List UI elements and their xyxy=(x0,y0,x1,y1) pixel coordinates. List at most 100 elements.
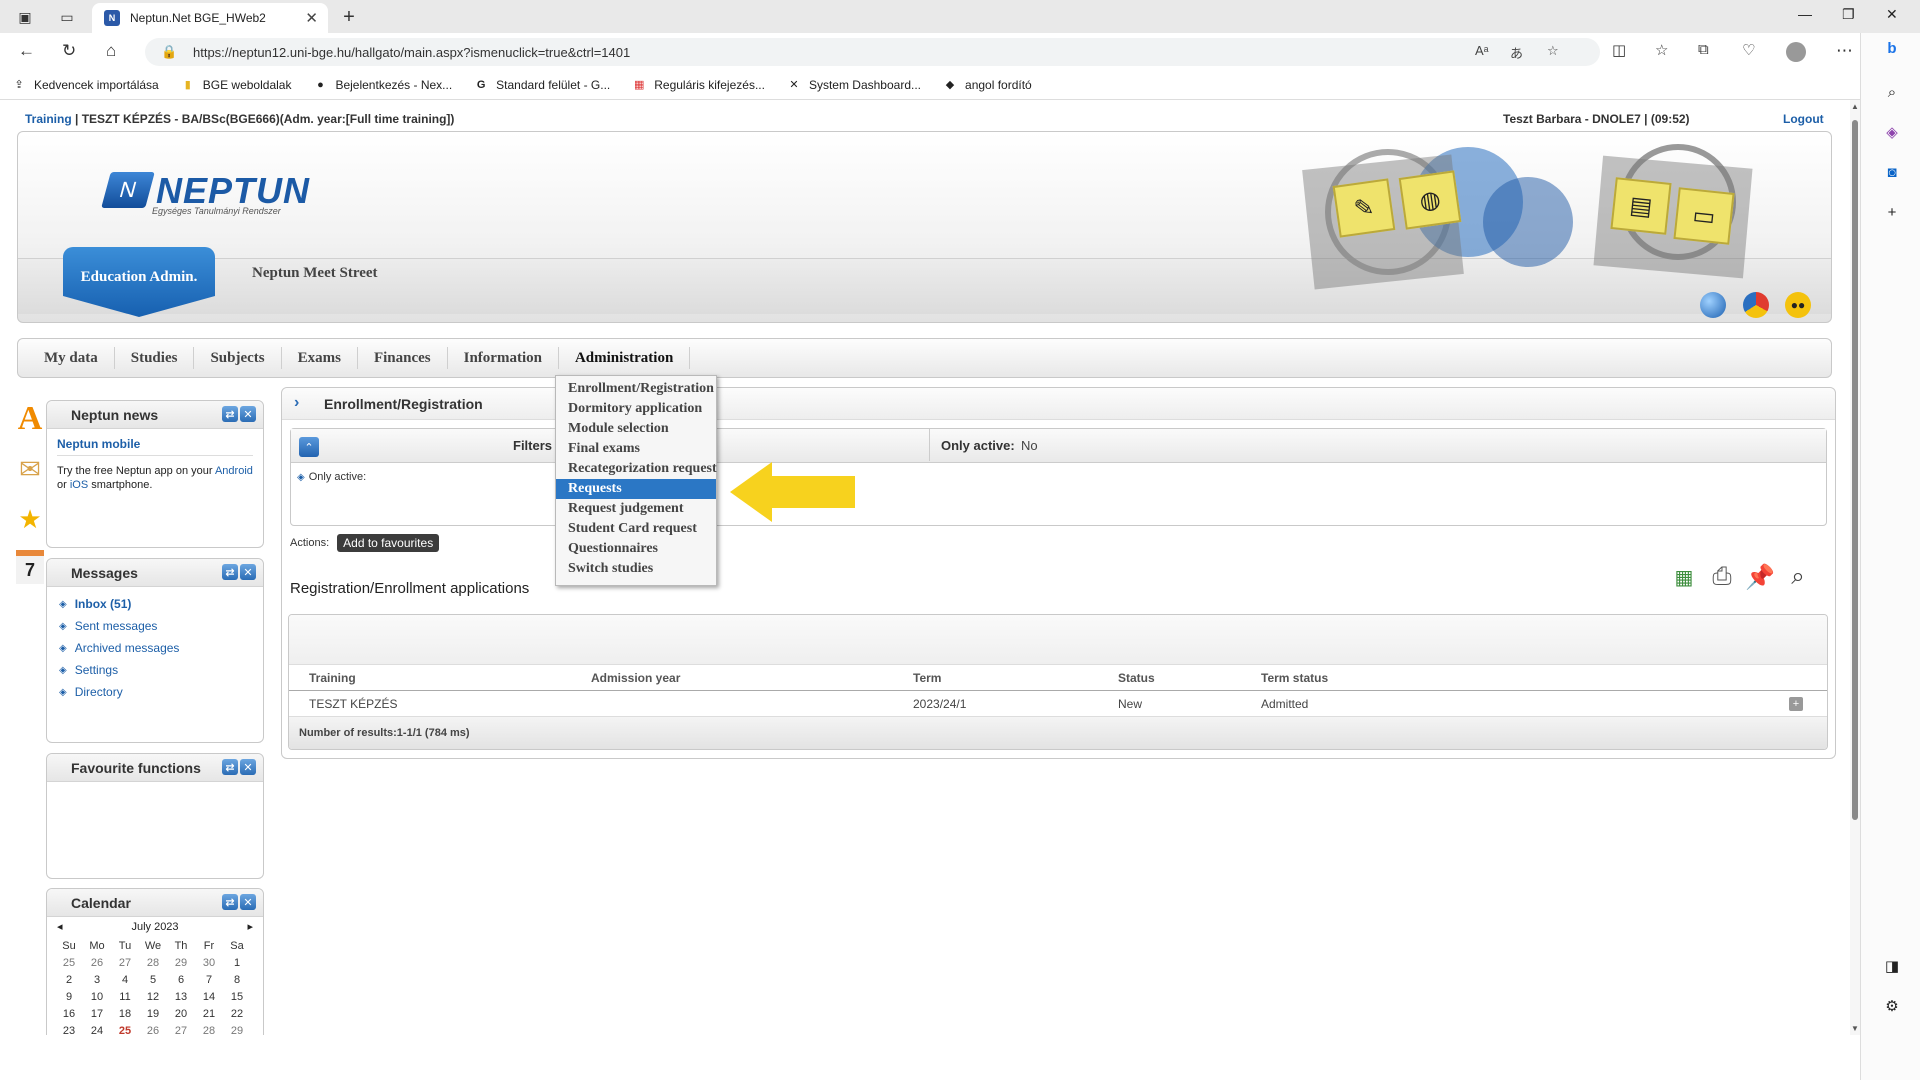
logout-link[interactable]: Logout xyxy=(1783,112,1824,126)
calendar-day[interactable]: 4 xyxy=(111,971,139,988)
calendar-day[interactable]: 13 xyxy=(167,988,195,1005)
bookmark-item[interactable]: ● Bejelentkezés - Nex... xyxy=(313,78,452,92)
close-window-icon[interactable]: ✕ xyxy=(1886,6,1898,23)
calendar-day[interactable]: 28 xyxy=(139,954,167,971)
star-icon[interactable]: ★ xyxy=(13,500,47,538)
sidebar-toggle-icon[interactable]: ◨ xyxy=(1881,955,1903,977)
nav-administration[interactable]: Administration xyxy=(559,347,691,369)
new-tab-icon[interactable]: + xyxy=(338,6,360,28)
menu-request-judgement[interactable]: Request judgement xyxy=(556,499,716,519)
bookmark-item[interactable]: ▮ BGE weboldalak xyxy=(181,78,292,92)
close-box-icon[interactable]: ✕ xyxy=(240,406,256,422)
calendar-day[interactable]: 25 xyxy=(111,1022,139,1036)
more-options-icon[interactable]: ⋯ xyxy=(1836,41,1853,61)
calendar-day[interactable]: 7 xyxy=(195,971,223,988)
read-aloud-icon[interactable]: Aᵃ xyxy=(1475,43,1489,58)
scroll-up-icon[interactable]: ▲ xyxy=(1851,102,1859,111)
calendar-day[interactable]: 1 xyxy=(223,954,251,971)
settings-icon[interactable]: ⚙ xyxy=(1881,995,1903,1017)
url-field[interactable]: 🔒 https://neptun12.uni-bge.hu/hallgato/m… xyxy=(145,38,1600,66)
directory-link[interactable]: ◈ Directory xyxy=(47,681,263,703)
col-admission-year[interactable]: Admission year xyxy=(591,671,680,685)
add-to-favourites-button[interactable]: Add to favourites xyxy=(337,534,440,552)
envelope-icon[interactable]: ✉ xyxy=(13,450,47,488)
calendar-day[interactable]: 12 xyxy=(139,988,167,1005)
next-month-icon[interactable]: ▸ xyxy=(247,920,253,933)
calendar-day[interactable]: 29 xyxy=(223,1022,251,1036)
only-active-field[interactable]: ◈ Only active: xyxy=(291,463,1826,491)
calendar-day[interactable]: 6 xyxy=(167,971,195,988)
calendar-day[interactable]: 24 xyxy=(83,1022,111,1036)
nav-exams[interactable]: Exams xyxy=(282,347,358,369)
ios-link[interactable]: iOS xyxy=(70,479,88,491)
menu-questionnaires[interactable]: Questionnaires xyxy=(556,539,716,559)
menu-module-selection[interactable]: Module selection xyxy=(556,419,716,439)
message-settings-link[interactable]: ◈ Settings xyxy=(47,659,263,681)
calendar-day[interactable]: 2 xyxy=(55,971,83,988)
calendar-day[interactable]: 23 xyxy=(55,1022,83,1036)
nav-finances[interactable]: Finances xyxy=(358,347,448,369)
calendar-day[interactable]: 17 xyxy=(83,1005,111,1022)
calendar-day[interactable]: 22 xyxy=(223,1005,251,1022)
split-screen-icon[interactable]: ◫ xyxy=(1612,41,1626,59)
collapse-filter-icon[interactable]: ⌃ xyxy=(299,437,319,457)
calendar-day[interactable]: 8 xyxy=(223,971,251,988)
scrollbar-thumb[interactable] xyxy=(1852,120,1858,820)
nav-studies[interactable]: Studies xyxy=(115,347,195,369)
calendar-day[interactable]: 15 xyxy=(223,988,251,1005)
close-box-icon[interactable]: ✕ xyxy=(240,894,256,910)
calendar-day[interactable]: 26 xyxy=(139,1022,167,1036)
refresh-box-icon[interactable]: ⇄ xyxy=(222,406,238,422)
row-expand-icon[interactable]: + xyxy=(1789,697,1803,711)
calendar-day[interactable]: 3 xyxy=(83,971,111,988)
training-link[interactable]: Training xyxy=(25,112,72,126)
col-term-status[interactable]: Term status xyxy=(1261,671,1328,685)
menu-student-card-request[interactable]: Student Card request xyxy=(556,519,716,539)
col-status[interactable]: Status xyxy=(1118,671,1155,685)
nav-information[interactable]: Information xyxy=(448,347,559,369)
menu-final-exams[interactable]: Final exams xyxy=(556,439,716,459)
pin-icon[interactable]: 📌 xyxy=(1744,560,1776,594)
tools-icon[interactable]: ◈ xyxy=(1881,121,1903,143)
refresh-box-icon[interactable]: ⇄ xyxy=(222,894,238,910)
close-tab-icon[interactable]: ✕ xyxy=(305,9,318,27)
minimize-icon[interactable]: — xyxy=(1798,6,1812,22)
calendar-day[interactable]: 25 xyxy=(55,954,83,971)
calendar-day[interactable]: 11 xyxy=(111,988,139,1005)
refresh-box-icon[interactable]: ⇄ xyxy=(222,759,238,775)
calendar-day[interactable]: 28 xyxy=(195,1022,223,1036)
menu-switch-studies[interactable]: Switch studies xyxy=(556,559,716,579)
copilot-icon[interactable]: b xyxy=(1881,37,1903,59)
language-globe-icon[interactable] xyxy=(1700,292,1726,318)
prev-month-icon[interactable]: ◂ xyxy=(57,920,63,933)
meet-street-link[interactable]: Neptun Meet Street xyxy=(252,265,378,282)
menu-enrollment-registration[interactable]: Enrollment/Registration xyxy=(556,379,716,399)
news-headline[interactable]: Neptun mobile xyxy=(57,437,253,456)
calendar-day[interactable]: 26 xyxy=(83,954,111,971)
col-training[interactable]: Training xyxy=(309,671,356,685)
translate-icon[interactable]: あ xyxy=(1510,43,1523,62)
print-icon[interactable]: ⎙ xyxy=(1706,560,1738,594)
calendar-day[interactable]: 21 xyxy=(195,1005,223,1022)
calendar-day[interactable]: 9 xyxy=(55,988,83,1005)
menu-dormitory-application[interactable]: Dormitory application xyxy=(556,399,716,419)
back-icon[interactable]: ← xyxy=(18,41,35,61)
collections-icon[interactable]: ⧉ xyxy=(1698,41,1709,58)
android-link[interactable]: Android xyxy=(215,465,253,477)
refresh-box-icon[interactable]: ⇄ xyxy=(222,564,238,580)
refresh-icon[interactable]: ↻ xyxy=(62,41,76,61)
calendar-day[interactable]: 30 xyxy=(195,954,223,971)
calendar-day[interactable]: 29 xyxy=(167,954,195,971)
scroll-down-icon[interactable]: ▼ xyxy=(1851,1024,1859,1033)
announcement-a-icon[interactable]: A xyxy=(13,400,47,438)
excel-export-icon[interactable]: ▦ xyxy=(1668,560,1700,594)
bookmark-item[interactable]: ✕ System Dashboard... xyxy=(787,78,921,92)
home-icon[interactable]: ⌂ xyxy=(106,41,116,61)
calendar-day[interactable]: 20 xyxy=(167,1005,195,1022)
archived-messages-link[interactable]: ◈ Archived messages xyxy=(47,637,263,659)
menu-recategorization-request[interactable]: Recategorization request xyxy=(556,459,717,479)
tab-actions-icon[interactable]: ▭ xyxy=(56,6,78,28)
bookmark-item[interactable]: ◆ angol fordító xyxy=(943,78,1032,92)
calendar-day[interactable]: 18 xyxy=(111,1005,139,1022)
calendar-day[interactable]: 14 xyxy=(195,988,223,1005)
